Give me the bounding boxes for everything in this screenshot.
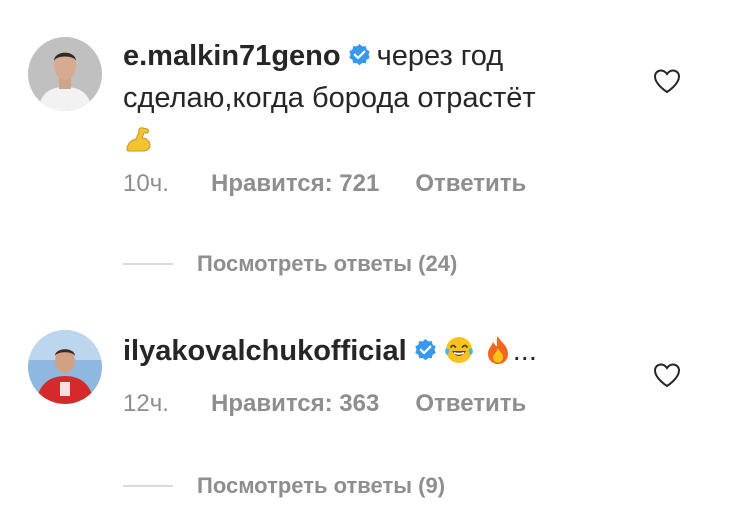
- divider-line: [123, 263, 173, 265]
- flexed-biceps-icon: [123, 123, 155, 167]
- fire-icon: [483, 334, 513, 378]
- comment-meta: 10ч. Нравится: 721 Ответить: [123, 170, 526, 198]
- avatar[interactable]: [28, 330, 102, 404]
- reply-button[interactable]: Ответить: [415, 390, 526, 418]
- tears-of-joy-icon: [443, 334, 475, 378]
- comment-time: 12ч.: [123, 390, 169, 417]
- heart-outline-icon[interactable]: [653, 362, 681, 388]
- comment-username[interactable]: e.malkin71geno: [123, 40, 341, 72]
- view-replies-button[interactable]: Посмотреть ответы (24): [123, 251, 457, 281]
- comment-item: ilyakovalchukofficial ... 12ч. Нравится: …: [0, 300, 730, 527]
- comment-text: сделаю,когда борода отрастёт: [123, 82, 536, 114]
- reply-button[interactable]: Ответить: [415, 170, 526, 198]
- likes-count[interactable]: Нравится: 363: [211, 390, 379, 418]
- verified-badge-icon: [347, 38, 372, 66]
- comment-username[interactable]: ilyakovalchukofficial: [123, 335, 407, 367]
- divider-line: [123, 485, 173, 487]
- comment-body: ilyakovalchukofficial ...: [123, 330, 623, 378]
- comment-trailing: ...: [512, 335, 537, 367]
- comment-meta: 12ч. Нравится: 363 Ответить: [123, 390, 526, 418]
- comment-body: e.malkin71geno через год сделаю,когда бор…: [123, 35, 623, 167]
- comment-item: e.malkin71geno через год сделаю,когда бор…: [0, 0, 730, 300]
- view-replies-button[interactable]: Посмотреть ответы (9): [123, 473, 445, 503]
- heart-outline-icon[interactable]: [653, 68, 681, 94]
- avatar[interactable]: [28, 37, 102, 111]
- view-replies-label: Посмотреть ответы (24): [197, 251, 458, 276]
- likes-count[interactable]: Нравится: 721: [211, 170, 379, 198]
- view-replies-label: Посмотреть ответы (9): [197, 473, 446, 498]
- comment-text: через год: [376, 40, 504, 72]
- verified-badge-icon: [413, 333, 438, 361]
- comment-time: 10ч.: [123, 170, 169, 197]
